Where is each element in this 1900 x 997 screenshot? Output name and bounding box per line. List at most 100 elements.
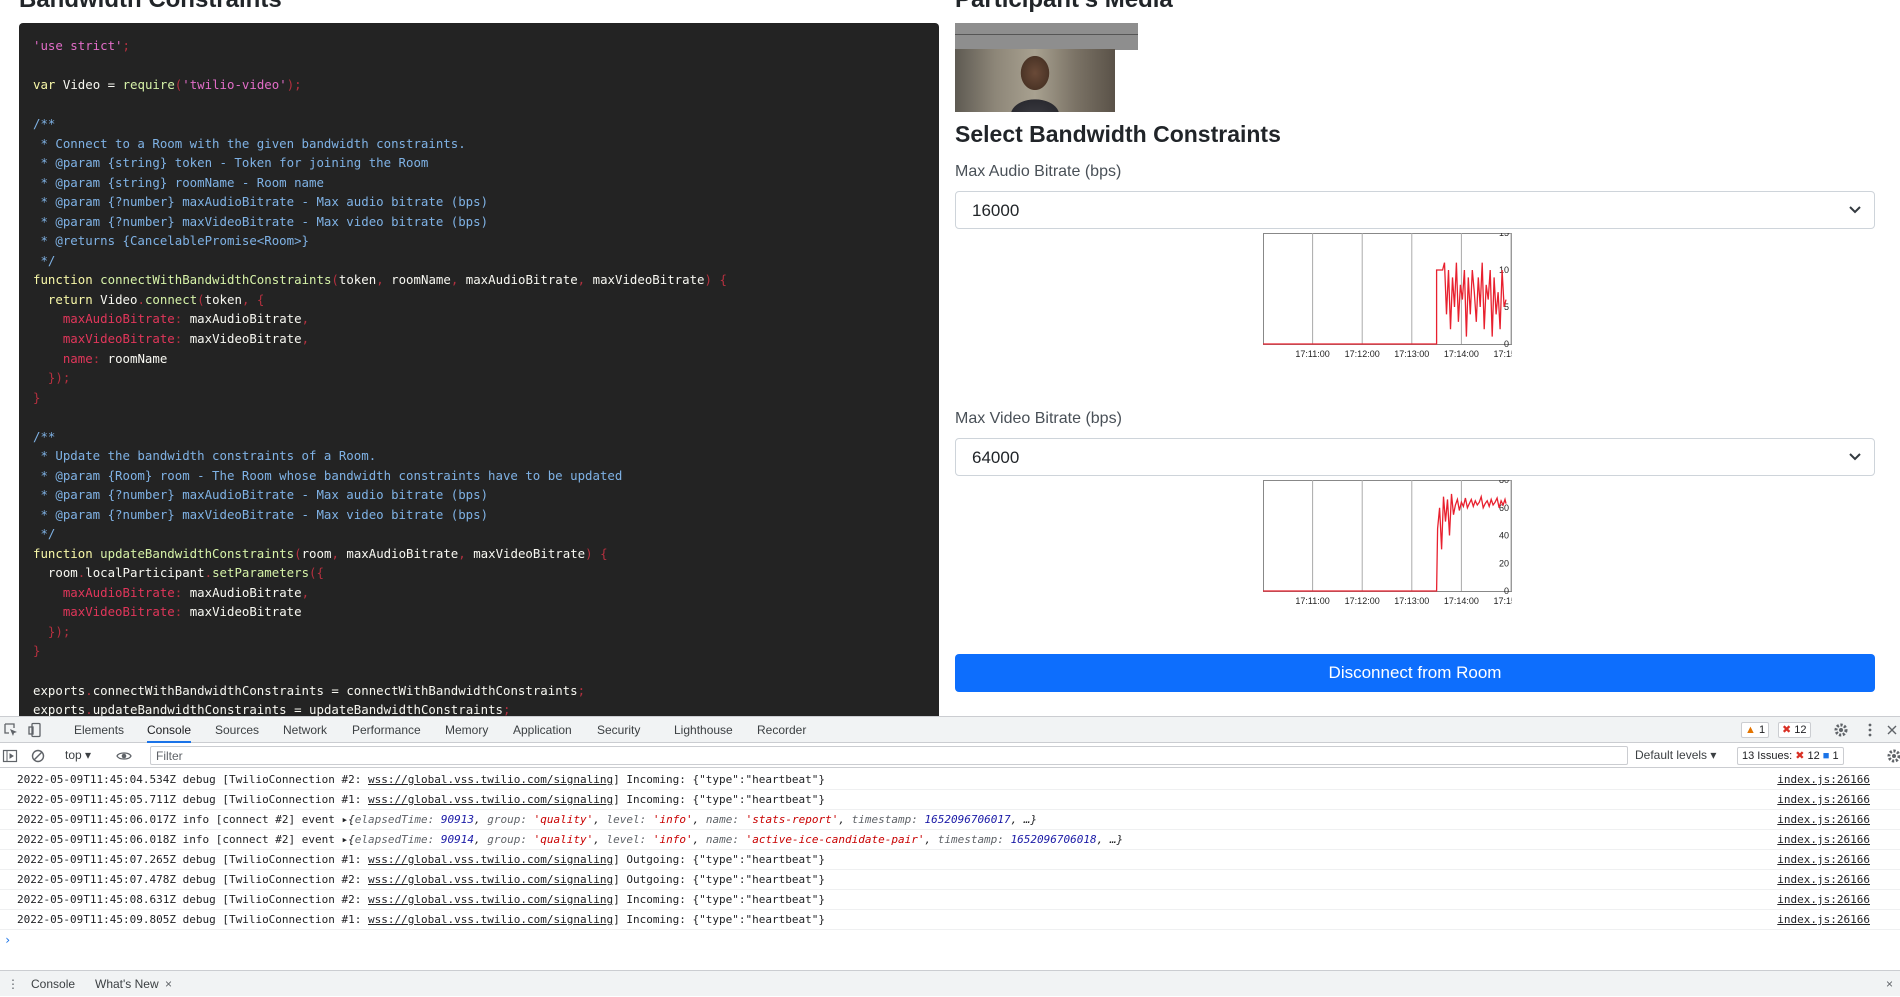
- code-line: * Update the bandwidth constraints of a …: [33, 448, 377, 464]
- devtools-tab-memory[interactable]: Memory: [445, 717, 488, 743]
- audio-bitrate-label: Max Audio Bitrate (bps): [955, 163, 1122, 180]
- console-toolbar: top ▾ Filter Default levels ▾ 13 Issues:…: [0, 744, 1900, 768]
- devtools-tab-security[interactable]: Security: [597, 717, 640, 743]
- devtools-tab-elements[interactable]: Elements: [74, 717, 124, 743]
- devtools-tab-sources[interactable]: Sources: [215, 717, 259, 743]
- source-link[interactable]: index.js:26166: [1777, 773, 1870, 786]
- issues-counter[interactable]: 13 Issues: ✖ 12 ■ 1: [1737, 747, 1844, 765]
- device-toolbar-icon[interactable]: [28, 722, 44, 738]
- x-tick-label: 17:14:00: [1444, 349, 1479, 359]
- video-bitrate-select[interactable]: 64000: [955, 438, 1875, 476]
- source-link[interactable]: index.js:26166: [1777, 793, 1870, 806]
- select-constraints-title: Select Bandwidth Constraints: [955, 121, 1281, 147]
- signaling-url-link[interactable]: wss://global.vss.twilio.com/signaling: [368, 893, 613, 906]
- console-row: 2022-05-09T11:45:08.631Z debug [TwilioCo…: [0, 890, 1900, 910]
- console-message[interactable]: 2022-05-09T11:45:06.017Z info [connect #…: [17, 813, 1037, 826]
- code-line: * @param {string} roomName - Room name: [33, 174, 324, 190]
- devtools-tab-lighthouse[interactable]: Lighthouse: [674, 717, 733, 743]
- close-tab-icon[interactable]: ×: [165, 971, 172, 997]
- audio-bitrate-chart: 17:11:00 17:12:00 17:13:00 17:14:00 17:15:00…: [1263, 233, 1573, 366]
- console-message[interactable]: 2022-05-09T11:45:07.265Z debug [TwilioCo…: [17, 853, 825, 866]
- error-count-badge[interactable]: ✖ 12: [1778, 722, 1811, 738]
- close-drawer-icon[interactable]: ×: [1886, 971, 1893, 997]
- source-link[interactable]: index.js:26166: [1777, 893, 1870, 906]
- signaling-url-link[interactable]: wss://global.vss.twilio.com/signaling: [368, 853, 613, 866]
- devtools-tab-application[interactable]: Application: [513, 717, 572, 743]
- series-line: [1263, 262, 1507, 345]
- code-line: function updateBandwidthConstraints(room…: [33, 545, 608, 561]
- context-selector[interactable]: top ▾: [65, 748, 91, 762]
- console-message[interactable]: 2022-05-09T11:45:09.805Z debug [TwilioCo…: [17, 913, 825, 926]
- code-line: * @param {string} token - Token for join…: [33, 155, 429, 171]
- code-line: }: [33, 643, 41, 659]
- source-link[interactable]: index.js:26166: [1777, 833, 1870, 846]
- console-output: 2022-05-09T11:45:04.534Z debug [TwilioCo…: [0, 770, 1900, 955]
- y-tick-label: 0: [1504, 339, 1509, 349]
- signaling-url-link[interactable]: wss://global.vss.twilio.com/signaling: [368, 873, 613, 886]
- close-devtools-icon[interactable]: [1884, 722, 1900, 738]
- code-line: exports.updateBandwidthConstraints = upd…: [33, 702, 511, 716]
- console-message[interactable]: 2022-05-09T11:45:06.018Z info [connect #…: [17, 833, 1123, 846]
- live-expression-eye-icon[interactable]: [116, 748, 132, 764]
- code-line: * @returns {CancelablePromise<Room>}: [33, 233, 310, 249]
- console-row: 2022-05-09T11:45:04.534Z debug [TwilioCo…: [0, 770, 1900, 790]
- source-link[interactable]: index.js:26166: [1777, 873, 1870, 886]
- devtools-tab-bar: Elements Console Sources Network Performance…: [0, 717, 1900, 743]
- devtools-tab-console[interactable]: Console: [147, 717, 192, 743]
- code-text: 'use strict'; var Video = require('twili…: [33, 36, 727, 716]
- console-message[interactable]: 2022-05-09T11:45:05.711Z debug [TwilioCo…: [17, 793, 825, 806]
- console-prompt-icon[interactable]: ›: [4, 933, 11, 947]
- signaling-url-link[interactable]: wss://global.vss.twilio.com/signaling: [368, 773, 613, 786]
- video-bitrate-chart: 17:11:00 17:12:00 17:13:00 17:14:00 17:15:00…: [1263, 480, 1573, 613]
- sidebar-toggle-icon[interactable]: [2, 748, 18, 764]
- code-line: * Connect to a Room with the given bandw…: [33, 135, 466, 151]
- x-tick-label: 17:14:00: [1444, 596, 1479, 606]
- audio-bitrate-select[interactable]: 16000: [955, 191, 1875, 229]
- settings-gear-icon[interactable]: [1833, 722, 1849, 738]
- log-levels-dropdown[interactable]: Default levels ▾: [1635, 748, 1716, 762]
- devtools-tab-network[interactable]: Network: [283, 717, 327, 743]
- source-link[interactable]: index.js:26166: [1777, 853, 1870, 866]
- code-line: /**: [33, 428, 56, 444]
- warning-count-badge[interactable]: ▲ 1: [1741, 722, 1770, 738]
- console-message[interactable]: 2022-05-09T11:45:08.631Z debug [TwilioCo…: [17, 893, 825, 906]
- source-link[interactable]: index.js:26166: [1777, 813, 1870, 826]
- devtools-tab-performance[interactable]: Performance: [352, 717, 421, 743]
- code-line: maxVideoBitrate: maxVideoBitrate: [62, 604, 302, 620]
- source-link[interactable]: index.js:26166: [1777, 913, 1870, 926]
- more-options-icon[interactable]: [1862, 722, 1878, 738]
- code-line: var Video = require('twilio-video');: [33, 77, 302, 93]
- participant-video: [955, 49, 1115, 112]
- drawer-menu-icon[interactable]: ⋮: [7, 971, 19, 997]
- code-line: exports.connectWithBandwidthConstraints …: [33, 682, 586, 698]
- drawer-tab-whats-new[interactable]: What's New: [95, 971, 159, 997]
- console-message[interactable]: 2022-05-09T11:45:07.478Z debug [TwilioCo…: [17, 873, 825, 886]
- chart-frame: [1263, 480, 1512, 592]
- audio-bitrate-value: 16000: [972, 201, 1020, 220]
- chevron-down-icon: [1849, 453, 1861, 461]
- devtools-tab-recorder[interactable]: Recorder: [757, 717, 806, 743]
- console-row: 2022-05-09T11:45:06.018Z info [connect #…: [0, 830, 1900, 850]
- y-tick-label: 15: [1499, 233, 1509, 238]
- console-settings-icon[interactable]: [1886, 748, 1900, 764]
- code-heading: Bandwidth Constraints: [19, 0, 282, 14]
- console-row: 2022-05-09T11:45:07.265Z debug [TwilioCo…: [0, 850, 1900, 870]
- signaling-url-link[interactable]: wss://global.vss.twilio.com/signaling: [368, 793, 613, 806]
- console-row: 2022-05-09T11:45:05.711Z debug [TwilioCo…: [0, 790, 1900, 810]
- series-line: [1263, 493, 1507, 592]
- console-filter-input[interactable]: Filter: [150, 746, 1628, 765]
- clear-console-icon[interactable]: [30, 748, 46, 764]
- audio-track-bar: [955, 23, 1138, 50]
- y-tick-label: 10: [1499, 265, 1509, 275]
- code-line: */: [33, 526, 56, 542]
- x-tick-label: 17:11:00: [1295, 349, 1329, 359]
- drawer-tab-console[interactable]: Console: [31, 971, 75, 997]
- disconnect-button[interactable]: Disconnect from Room: [955, 654, 1875, 692]
- code-line: 'use strict';: [33, 38, 130, 53]
- code-block: 'use strict'; var Video = require('twili…: [19, 23, 939, 716]
- code-line: * @param {?number} maxAudioBitrate - Max…: [33, 487, 489, 503]
- inspect-element-icon[interactable]: [3, 722, 19, 738]
- console-message[interactable]: 2022-05-09T11:45:04.534Z debug [TwilioCo…: [17, 773, 825, 786]
- signaling-url-link[interactable]: wss://global.vss.twilio.com/signaling: [368, 913, 613, 926]
- code-line: maxVideoBitrate: maxVideoBitrate,: [62, 330, 310, 346]
